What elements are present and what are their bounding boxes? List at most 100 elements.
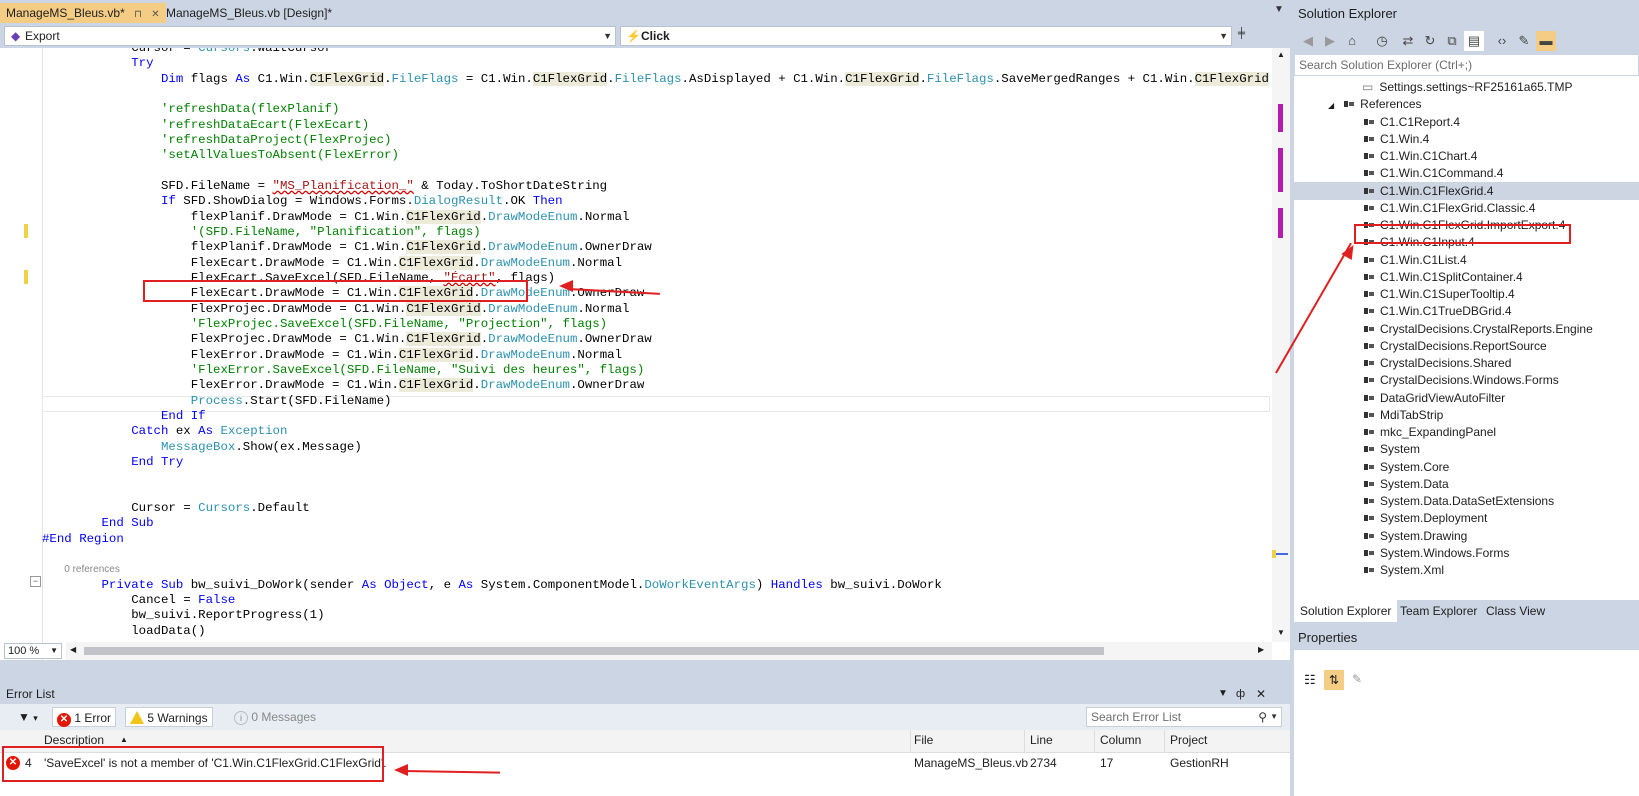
type-member-dropdown[interactable]: ◆ Export ▼: [4, 26, 616, 46]
tree-item-reference[interactable]: System: [1364, 440, 1420, 458]
history-icon[interactable]: ◷: [1372, 31, 1392, 51]
code-line[interactable]: Dim flags As C1.Win.C1FlexGrid.FileFlags…: [42, 71, 1272, 87]
tree-item-reference[interactable]: mkc_ExpandingPanel: [1364, 423, 1496, 441]
column-project[interactable]: Project: [1170, 733, 1207, 747]
filter-button[interactable]: ▼ ▾: [14, 707, 42, 727]
solution-explorer-search-input[interactable]: Search Solution Explorer (Ctrl+;): [1294, 54, 1639, 76]
code-line[interactable]: Private Sub bw_suivi_DoWork(sender As Ob…: [42, 577, 942, 593]
scroll-up-icon[interactable]: ▲: [1277, 50, 1285, 59]
code-line[interactable]: End Try: [42, 454, 183, 470]
tree-item-reference[interactable]: CrystalDecisions.CrystalReports.Engine: [1364, 320, 1593, 338]
search-icon[interactable]: ⚲: [1258, 708, 1267, 726]
code-line[interactable]: flexPlanif.DrawMode = C1.Win.C1FlexGrid.…: [42, 209, 629, 225]
event-dropdown[interactable]: ⚡ Click ▼: [620, 26, 1232, 46]
collapse-icon[interactable]: −: [30, 576, 41, 587]
tree-item-reference[interactable]: C1.Win.C1SplitContainer.4: [1364, 268, 1523, 286]
code-line[interactable]: Cancel = False: [42, 592, 235, 608]
code-line[interactable]: SFD.FileName = "MS_Planification_" & Tod…: [42, 178, 607, 194]
code-line[interactable]: FlexProjec.DrawMode = C1.Win.C1FlexGrid.…: [42, 331, 652, 347]
properties-wrench-icon[interactable]: ✎: [1514, 31, 1534, 51]
column-description[interactable]: Description: [44, 733, 104, 747]
tree-item-reference[interactable]: System.Drawing: [1364, 527, 1467, 545]
scroll-thumb[interactable]: [84, 647, 1104, 655]
collapse-all-icon[interactable]: ⧉: [1442, 31, 1462, 51]
tree-item-settings-file[interactable]: ▭ Settings.settings~RF25161a65.TMP: [1362, 78, 1572, 96]
code-line[interactable]: FlexEcart.DrawMode = C1.Win.C1FlexGrid.D…: [42, 255, 622, 271]
tab-solution-explorer[interactable]: Solution Explorer: [1294, 600, 1398, 622]
expanded-icon[interactable]: ◢: [1328, 101, 1334, 110]
code-line[interactable]: flexPlanif.DrawMode = C1.Win.C1FlexGrid.…: [42, 239, 652, 255]
messages-filter-button[interactable]: i 0 Messages: [230, 707, 320, 727]
error-list-search-input[interactable]: Search Error List ⚲ ▼: [1086, 707, 1282, 727]
tree-item-reference[interactable]: C1.Win.C1TrueDBGrid.4: [1364, 302, 1512, 320]
code-line[interactable]: Try: [42, 55, 153, 71]
code-line[interactable]: loadData(): [42, 623, 205, 639]
tree-item-reference[interactable]: C1.Win.C1Chart.4: [1364, 147, 1477, 165]
tree-item-reference[interactable]: System.Deployment: [1364, 509, 1487, 527]
refresh-icon[interactable]: ↻: [1420, 31, 1440, 51]
code-line[interactable]: End Sub: [42, 515, 154, 531]
code-line[interactable]: 'refreshDataProject(FlexProjec): [42, 132, 392, 148]
code-line[interactable]: 'FlexError.SaveExcel(SFD.FileName, "Suiv…: [42, 362, 645, 378]
tree-item-reference[interactable]: C1.Win.C1FlexGrid.Classic.4: [1364, 199, 1535, 217]
code-line[interactable]: 'FlexProjec.SaveExcel(SFD.FileName, "Pro…: [42, 316, 607, 332]
scroll-right-icon[interactable]: ▶: [1258, 645, 1264, 654]
code-line[interactable]: Cursor = Cursors.Default: [42, 500, 310, 516]
tree-item-reference[interactable]: System.Data.DataSetExtensions: [1364, 492, 1554, 510]
tree-item-reference[interactable]: CrystalDecisions.Shared: [1364, 354, 1511, 372]
code-line[interactable]: 'refreshData(flexPlanif): [42, 101, 339, 117]
pin-icon[interactable]: ф: [1236, 684, 1245, 704]
tab-managems-design[interactable]: ManageMS_Bleus.vb [Design]*: [160, 3, 338, 23]
split-editor-icon[interactable]: ╪: [1238, 28, 1245, 39]
view-code-icon[interactable]: ‹›: [1492, 31, 1512, 51]
tree-item-reference[interactable]: C1.C1Report.4: [1364, 113, 1460, 131]
code-line[interactable]: If SFD.ShowDialog = Windows.Forms.Dialog…: [42, 193, 563, 209]
categorized-icon[interactable]: ☷: [1304, 672, 1316, 688]
editor-vertical-scrollbar[interactable]: ▲ ▼: [1272, 48, 1290, 642]
errors-filter-button[interactable]: ✕ 1 Error: [52, 707, 117, 727]
show-all-files-icon[interactable]: ▤: [1464, 31, 1484, 51]
preview-selected-icon[interactable]: ▬: [1536, 31, 1556, 51]
code-line[interactable]: bw_suivi.ReportProgress(1): [42, 607, 324, 623]
code-line[interactable]: Catch ex As Exception: [42, 423, 287, 439]
tree-item-reference[interactable]: C1.Win.C1SuperTooltip.4: [1364, 285, 1515, 303]
tree-item-reference[interactable]: C1.Win.C1Command.4: [1364, 164, 1503, 182]
code-line[interactable]: #End Region: [42, 531, 124, 547]
tree-item-references[interactable]: ◢ References: [1328, 95, 1422, 113]
code-line[interactable]: FlexError.DrawMode = C1.Win.C1FlexGrid.D…: [42, 347, 622, 363]
code-line[interactable]: '(SFD.FileName, "Planification", flags): [42, 224, 481, 240]
code-line[interactable]: 0 references: [42, 561, 120, 577]
tree-item-reference[interactable]: CrystalDecisions.Windows.Forms: [1364, 371, 1559, 389]
scroll-down-icon[interactable]: ▼: [1277, 628, 1285, 637]
tab-managems-code[interactable]: ManageMS_Bleus.vb* ⊓ ✕: [0, 3, 166, 23]
property-pages-wrench-icon[interactable]: ✎: [1352, 672, 1362, 686]
warnings-filter-button[interactable]: 5 Warnings: [125, 707, 213, 727]
tree-item-reference[interactable]: C1.Win.C1List.4: [1364, 251, 1467, 269]
tree-item-reference[interactable]: System.Xml: [1364, 561, 1444, 579]
code-line[interactable]: Process.Start(SFD.FileName): [42, 393, 392, 409]
tab-team-explorer[interactable]: Team Explorer: [1394, 600, 1483, 622]
scroll-left-icon[interactable]: ◀: [70, 645, 76, 654]
tab-class-view[interactable]: Class View: [1480, 600, 1551, 622]
code-line[interactable]: FlexProjec.DrawMode = C1.Win.C1FlexGrid.…: [42, 301, 629, 317]
chevron-down-icon[interactable]: ▼: [1270, 708, 1278, 726]
tree-item-reference[interactable]: System.Core: [1364, 458, 1449, 476]
tab-overflow-dropdown-icon[interactable]: ▼: [1274, 4, 1284, 15]
code-area[interactable]: Cursor = Cursors.WaitCursor Try Dim flag…: [42, 48, 1272, 660]
tree-item-reference[interactable]: DataGridViewAutoFilter: [1364, 389, 1505, 407]
tree-item-reference[interactable]: CrystalDecisions.ReportSource: [1364, 337, 1547, 355]
code-line[interactable]: FlexError.DrawMode = C1.Win.C1FlexGrid.D…: [42, 377, 644, 393]
forward-icon[interactable]: ▶: [1320, 31, 1340, 51]
column-file[interactable]: File: [914, 733, 933, 747]
dropdown-icon[interactable]: ▼: [1218, 684, 1228, 704]
tree-item-reference[interactable]: System.Data: [1364, 475, 1449, 493]
code-line[interactable]: End If: [42, 408, 206, 424]
tree-item-reference[interactable]: MdiTabStrip: [1364, 406, 1443, 424]
editor-horizontal-scrollbar[interactable]: ◀ ▶: [66, 642, 1272, 660]
code-line[interactable]: 'refreshDataEcart(FlexEcart): [42, 117, 369, 133]
code-line[interactable]: MessageBox.Show(ex.Message): [42, 439, 362, 455]
sync-icon[interactable]: ⇄: [1398, 31, 1418, 51]
tree-item-reference[interactable]: System.Windows.Forms: [1364, 544, 1509, 562]
back-icon[interactable]: ◀: [1298, 31, 1318, 51]
pin-icon[interactable]: ⊓: [134, 5, 142, 25]
